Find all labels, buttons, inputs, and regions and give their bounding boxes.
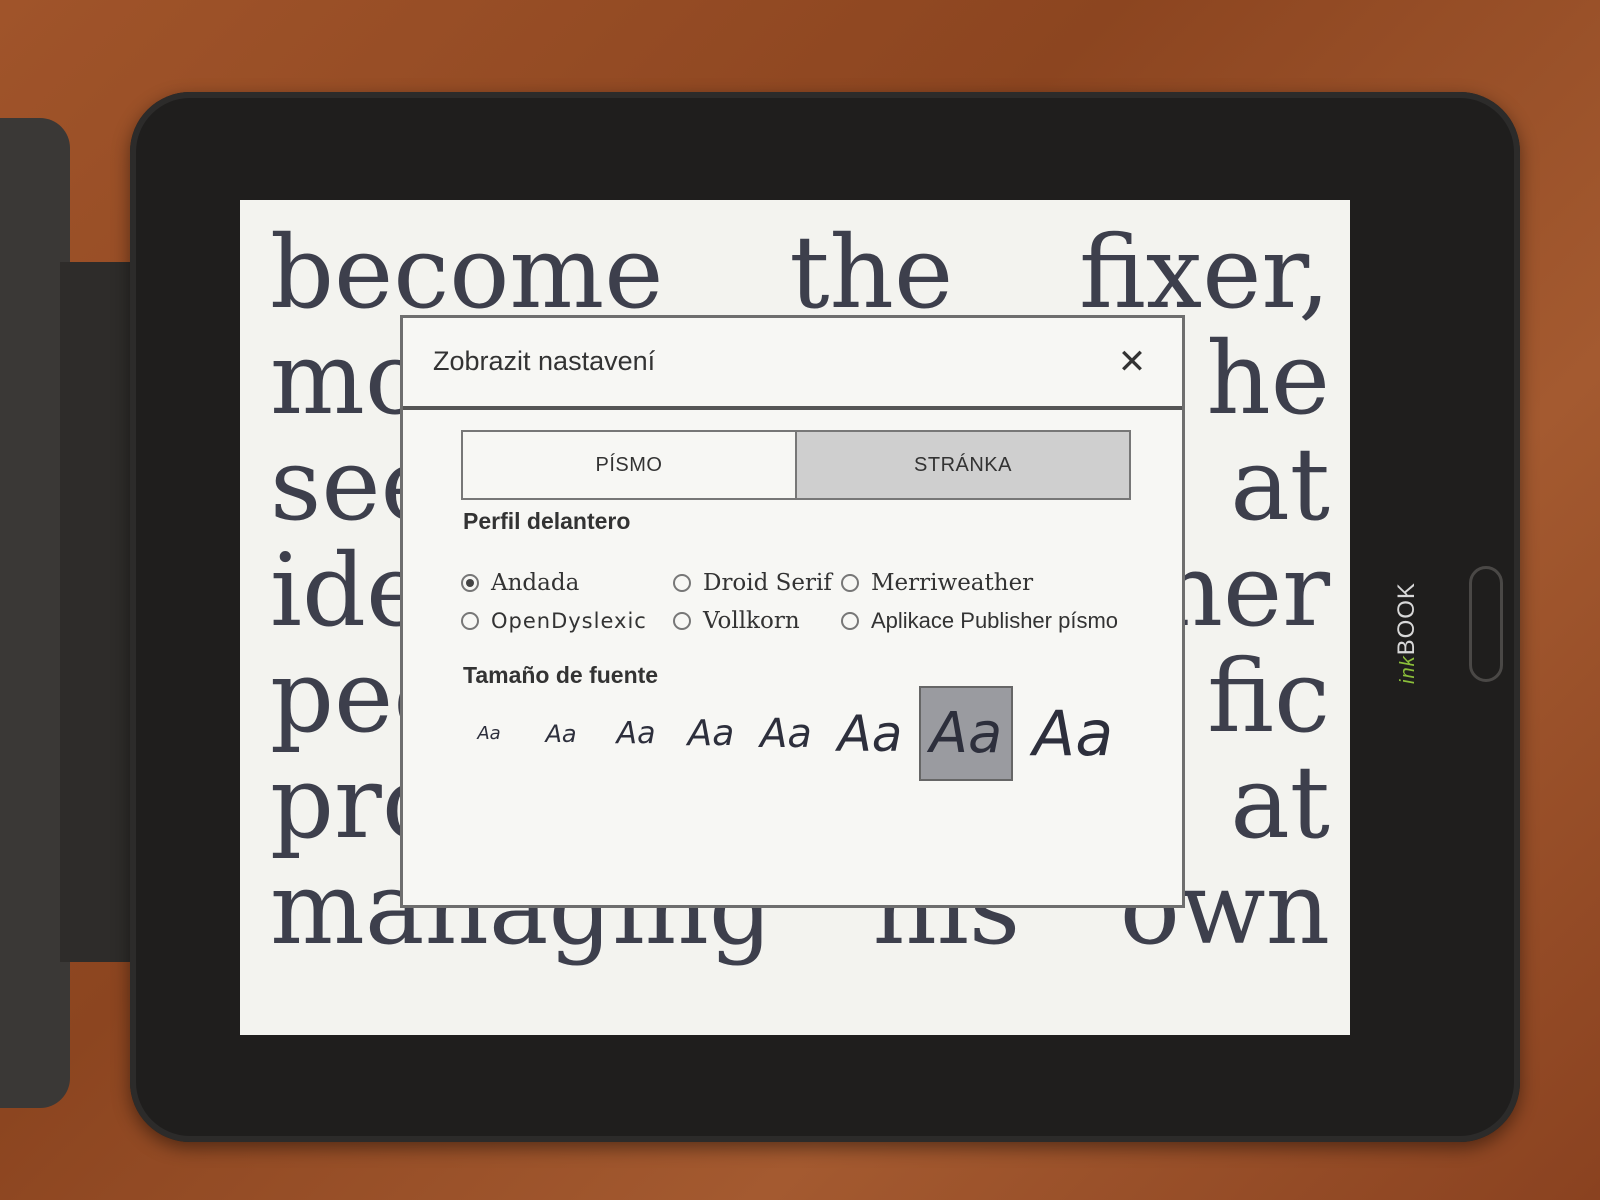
font-size-option-7[interactable]: Aa xyxy=(919,686,1013,781)
display-settings-dialog: Zobrazit nastavení ✕ PÍSMO STRÁNKA Perfi… xyxy=(400,315,1185,908)
font-size-option-2[interactable]: Aa xyxy=(531,686,591,781)
font-option-label: Vollkorn xyxy=(703,608,800,634)
font-size-option-3[interactable]: Aa xyxy=(603,686,669,781)
home-button[interactable] xyxy=(1469,566,1503,682)
tab-font[interactable]: PÍSMO xyxy=(463,432,795,498)
radio-icon xyxy=(461,612,479,630)
book-word: fixer, xyxy=(1079,214,1330,331)
font-options: Andada Droid Serif Merriweather OpenDysl… xyxy=(461,568,1151,636)
font-option-opendyslexic[interactable]: OpenDyslexic xyxy=(461,606,673,636)
font-size-option-8[interactable]: Aa xyxy=(1023,686,1123,781)
font-size-option-5[interactable]: Aa xyxy=(747,686,825,781)
font-size-option-4[interactable]: Aa xyxy=(675,686,747,781)
radio-checked-icon xyxy=(461,574,479,592)
font-option-label: Andada xyxy=(491,570,580,596)
dialog-title: Zobrazit nastavení xyxy=(433,346,656,376)
dialog-header: Zobrazit nastavení ✕ xyxy=(403,318,1182,410)
radio-icon xyxy=(673,574,691,592)
font-option-droid-serif[interactable]: Droid Serif xyxy=(673,568,841,598)
font-size-option-1[interactable]: Aa xyxy=(463,686,515,781)
font-size-option-6[interactable]: Aa xyxy=(825,686,915,781)
radio-icon xyxy=(841,574,859,592)
font-option-label: OpenDyslexic xyxy=(491,609,647,633)
close-icon[interactable]: ✕ xyxy=(1112,342,1152,382)
radio-icon xyxy=(673,612,691,630)
font-option-andada[interactable]: Andada xyxy=(461,568,673,598)
font-option-publisher[interactable]: Aplikace Publisher písmo xyxy=(841,606,1151,636)
brand-logo: inkBOOK xyxy=(1392,565,1422,685)
font-section-title: Perfil delantero xyxy=(463,508,631,534)
settings-tabs: PÍSMO STRÁNKA xyxy=(461,430,1131,500)
size-section-title: Tamaño de fuente xyxy=(463,662,659,688)
book-word: he xyxy=(1206,320,1330,437)
font-size-options: Aa Aa Aa Aa Aa Aa Aa Aa xyxy=(463,686,1123,781)
font-option-merriweather[interactable]: Merriweather xyxy=(841,568,1151,598)
tab-page[interactable]: STRÁNKA xyxy=(795,432,1129,498)
book-word: at xyxy=(1230,744,1330,861)
brand-prefix: ink xyxy=(1397,655,1419,684)
brand-name: BOOK xyxy=(1393,582,1420,656)
book-line: become the fixer, xyxy=(270,220,1330,326)
book-word: the xyxy=(789,214,954,331)
font-option-label: Aplikace Publisher písmo xyxy=(871,608,1119,633)
book-word: at xyxy=(1230,426,1330,543)
ereader-screen: become the fixer, mo he see at ide her p… xyxy=(240,200,1350,1035)
book-word: become xyxy=(270,214,664,331)
book-word: fic xyxy=(1207,638,1330,755)
font-option-label: Droid Serif xyxy=(703,570,832,596)
font-option-label: Merriweather xyxy=(871,570,1034,596)
font-option-vollkorn[interactable]: Vollkorn xyxy=(673,606,841,636)
radio-icon xyxy=(841,612,859,630)
